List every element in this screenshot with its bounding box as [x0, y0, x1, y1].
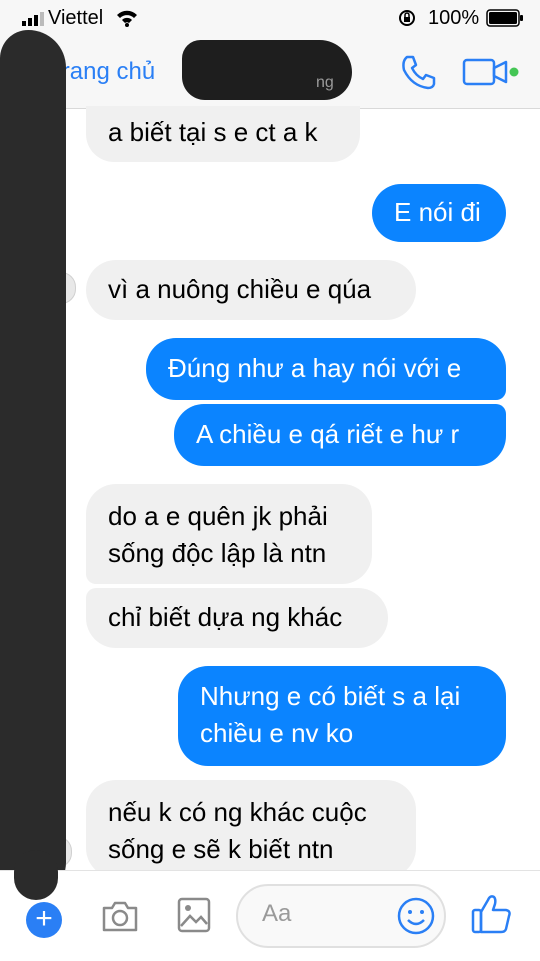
message-text: chỉ biết dựa ng khác [108, 602, 343, 632]
status-bar: Viettel 100% [0, 0, 540, 36]
battery-icon [486, 9, 523, 27]
signal-icon [22, 12, 44, 26]
message-text-line: nếu k có ng khác cuộc [108, 797, 367, 827]
message-text: vì a nuông chiều e qúa [108, 274, 372, 304]
message-sent[interactable]: Đúng như a hay nói với e [146, 338, 506, 400]
message-text-line: sống độc lập là ntn [108, 538, 327, 568]
message-received[interactable]: vì a nuông chiều e qúa [86, 260, 416, 320]
message-text: a biết tại s e ct a k [108, 117, 318, 147]
camera-icon[interactable] [100, 898, 140, 934]
redaction-mark [0, 30, 66, 900]
photo-icon[interactable] [176, 896, 212, 934]
message-received[interactable]: do a e quên jk phải sống độc lập là ntn [86, 484, 372, 584]
redaction-mark [14, 850, 58, 900]
message-text-line: chiều e nv ko [200, 718, 354, 748]
message-text-line: sống e sẽ k biết ntn [108, 834, 334, 864]
contact-subtitle: ng [316, 74, 334, 91]
message-received[interactable]: nếu k có ng khác cuộc sống e sẽ k biết n… [86, 780, 416, 878]
message-received[interactable]: chỉ biết dựa ng khác [86, 588, 388, 648]
carrier-name: Viettel [48, 7, 104, 29]
message-sent[interactable]: A chiều e qá riết e hư r [174, 404, 506, 466]
message-input-placeholder: Aa [262, 900, 292, 927]
message-text: E nói đi [394, 197, 481, 227]
message-text: A chiều e qá riết e hư r [196, 419, 460, 449]
message-text-line: do a e quên jk phải [108, 501, 328, 531]
message-text-line: Nhưng e có biết s a lại [200, 681, 461, 711]
message-text: Đúng như a hay nói với e [168, 353, 462, 383]
message-sent[interactable]: Nhưng e có biết s a lại chiều e nv ko [178, 666, 506, 766]
phone-icon[interactable] [398, 52, 438, 92]
emoji-icon[interactable] [396, 896, 436, 936]
message-sent[interactable]: E nói đi [372, 184, 506, 242]
message-received[interactable]: a biết tại s e ct a k [86, 106, 360, 162]
thumbs-up-icon[interactable] [470, 892, 514, 936]
rotation-lock-icon [399, 10, 415, 26]
battery-percent: 100% [428, 7, 480, 29]
wifi-icon [117, 10, 137, 27]
video-camera-icon[interactable] [462, 54, 522, 90]
plus-button[interactable]: + [26, 902, 62, 938]
